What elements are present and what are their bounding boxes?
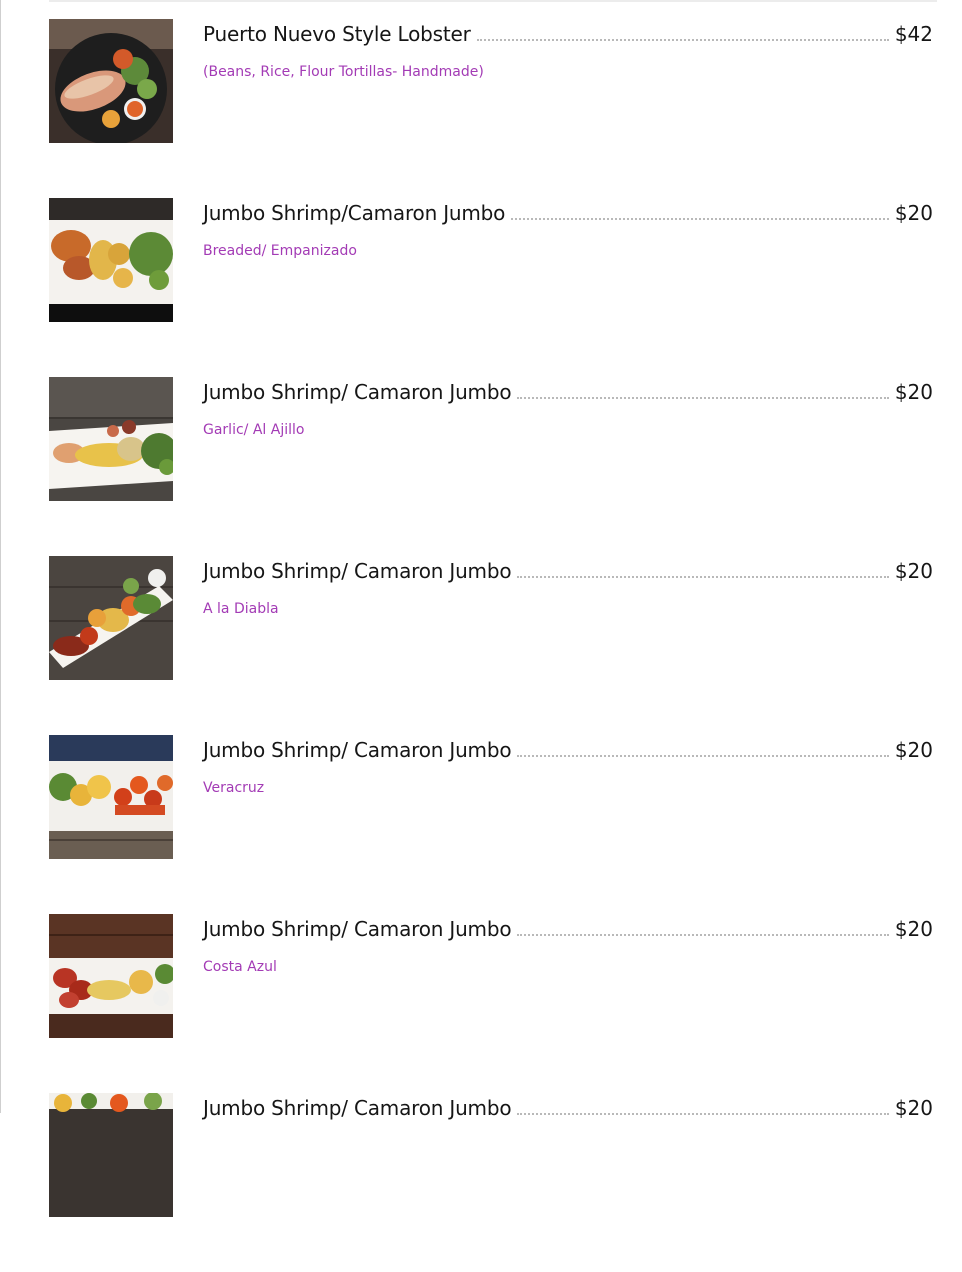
item-description: Garlic/ Al Ajillo: [203, 422, 305, 438]
item-title-row: Jumbo Shrimp/ Camaron Jumbo $20: [203, 737, 933, 763]
item-price: $20: [894, 559, 933, 583]
dish-photo-garlic-shrimp[interactable]: [49, 377, 173, 501]
item-name: Jumbo Shrimp/Camaron Jumbo: [203, 201, 506, 225]
item-name: Jumbo Shrimp/ Camaron Jumbo: [203, 559, 512, 583]
menu-item[interactable]: Jumbo Shrimp/ Camaron Jumbo $20: [0, 1093, 962, 1272]
dish-photo-breaded-shrimp[interactable]: [49, 198, 173, 322]
dish-photo-diabla-shrimp[interactable]: [49, 556, 173, 680]
costa-azul-shrimp-plate-image: [49, 914, 173, 1038]
item-description: Veracruz: [203, 780, 265, 796]
garlic-shrimp-plate-image: [49, 377, 173, 501]
item-title-row: Jumbo Shrimp/Camaron Jumbo $20: [203, 200, 933, 226]
diabla-shrimp-plate-image: [49, 556, 173, 680]
dotted-leader: [476, 39, 889, 41]
dotted-leader: [517, 397, 889, 399]
menu-item[interactable]: Puerto Nuevo Style Lobster $42 (Beans, R…: [0, 19, 962, 198]
dotted-leader: [511, 218, 889, 220]
menu-item[interactable]: Jumbo Shrimp/ Camaron Jumbo $20 A la Dia…: [0, 556, 962, 735]
item-price: $20: [894, 380, 933, 404]
dish-photo-veracruz-shrimp[interactable]: [49, 735, 173, 859]
item-title-row: Jumbo Shrimp/ Camaron Jumbo $20: [203, 558, 933, 584]
item-title-row: Jumbo Shrimp/ Camaron Jumbo $20: [203, 379, 933, 405]
menu-item[interactable]: Jumbo Shrimp/ Camaron Jumbo $20 Costa Az…: [0, 914, 962, 1093]
dish-photo-lobster[interactable]: [49, 19, 173, 143]
item-name: Jumbo Shrimp/ Camaron Jumbo: [203, 917, 512, 941]
item-name: Jumbo Shrimp/ Camaron Jumbo: [203, 380, 512, 404]
item-name: Jumbo Shrimp/ Camaron Jumbo: [203, 738, 512, 762]
menu-item-list: Puerto Nuevo Style Lobster $42 (Beans, R…: [0, 19, 962, 1272]
item-description: Breaded/ Empanizado: [203, 243, 357, 259]
dotted-leader: [517, 755, 889, 757]
shrimp-plate-partial-image: [49, 1093, 173, 1217]
dish-photo-shrimp-partial[interactable]: [49, 1093, 173, 1217]
menu-item[interactable]: Jumbo Shrimp/Camaron Jumbo $20 Breaded/ …: [0, 198, 962, 377]
breaded-shrimp-plate-image: [49, 198, 173, 322]
item-title-row: Jumbo Shrimp/ Camaron Jumbo $20: [203, 916, 933, 942]
item-name: Jumbo Shrimp/ Camaron Jumbo: [203, 1096, 512, 1120]
lobster-plate-image: [49, 19, 173, 143]
dotted-leader: [517, 1113, 889, 1115]
dotted-leader: [517, 934, 889, 936]
item-price: $42: [894, 22, 933, 46]
item-price: $20: [894, 201, 933, 225]
menu-item[interactable]: Jumbo Shrimp/ Camaron Jumbo $20 Veracruz: [0, 735, 962, 914]
item-price: $20: [894, 1096, 933, 1120]
item-price: $20: [894, 917, 933, 941]
item-price: $20: [894, 738, 933, 762]
dotted-leader: [517, 576, 889, 578]
item-description: A la Diabla: [203, 601, 279, 617]
item-title-row: Puerto Nuevo Style Lobster $42: [203, 21, 933, 47]
item-description: (Beans, Rice, Flour Tortillas- Handmade): [203, 64, 484, 80]
menu-item[interactable]: Jumbo Shrimp/ Camaron Jumbo $20 Garlic/ …: [0, 377, 962, 556]
veracruz-shrimp-plate-image: [49, 735, 173, 859]
dish-photo-costa-azul-shrimp[interactable]: [49, 914, 173, 1038]
section-top-divider: [49, 0, 937, 2]
item-description: Costa Azul: [203, 959, 277, 975]
item-title-row: Jumbo Shrimp/ Camaron Jumbo $20: [203, 1095, 933, 1121]
item-name: Puerto Nuevo Style Lobster: [203, 22, 471, 46]
